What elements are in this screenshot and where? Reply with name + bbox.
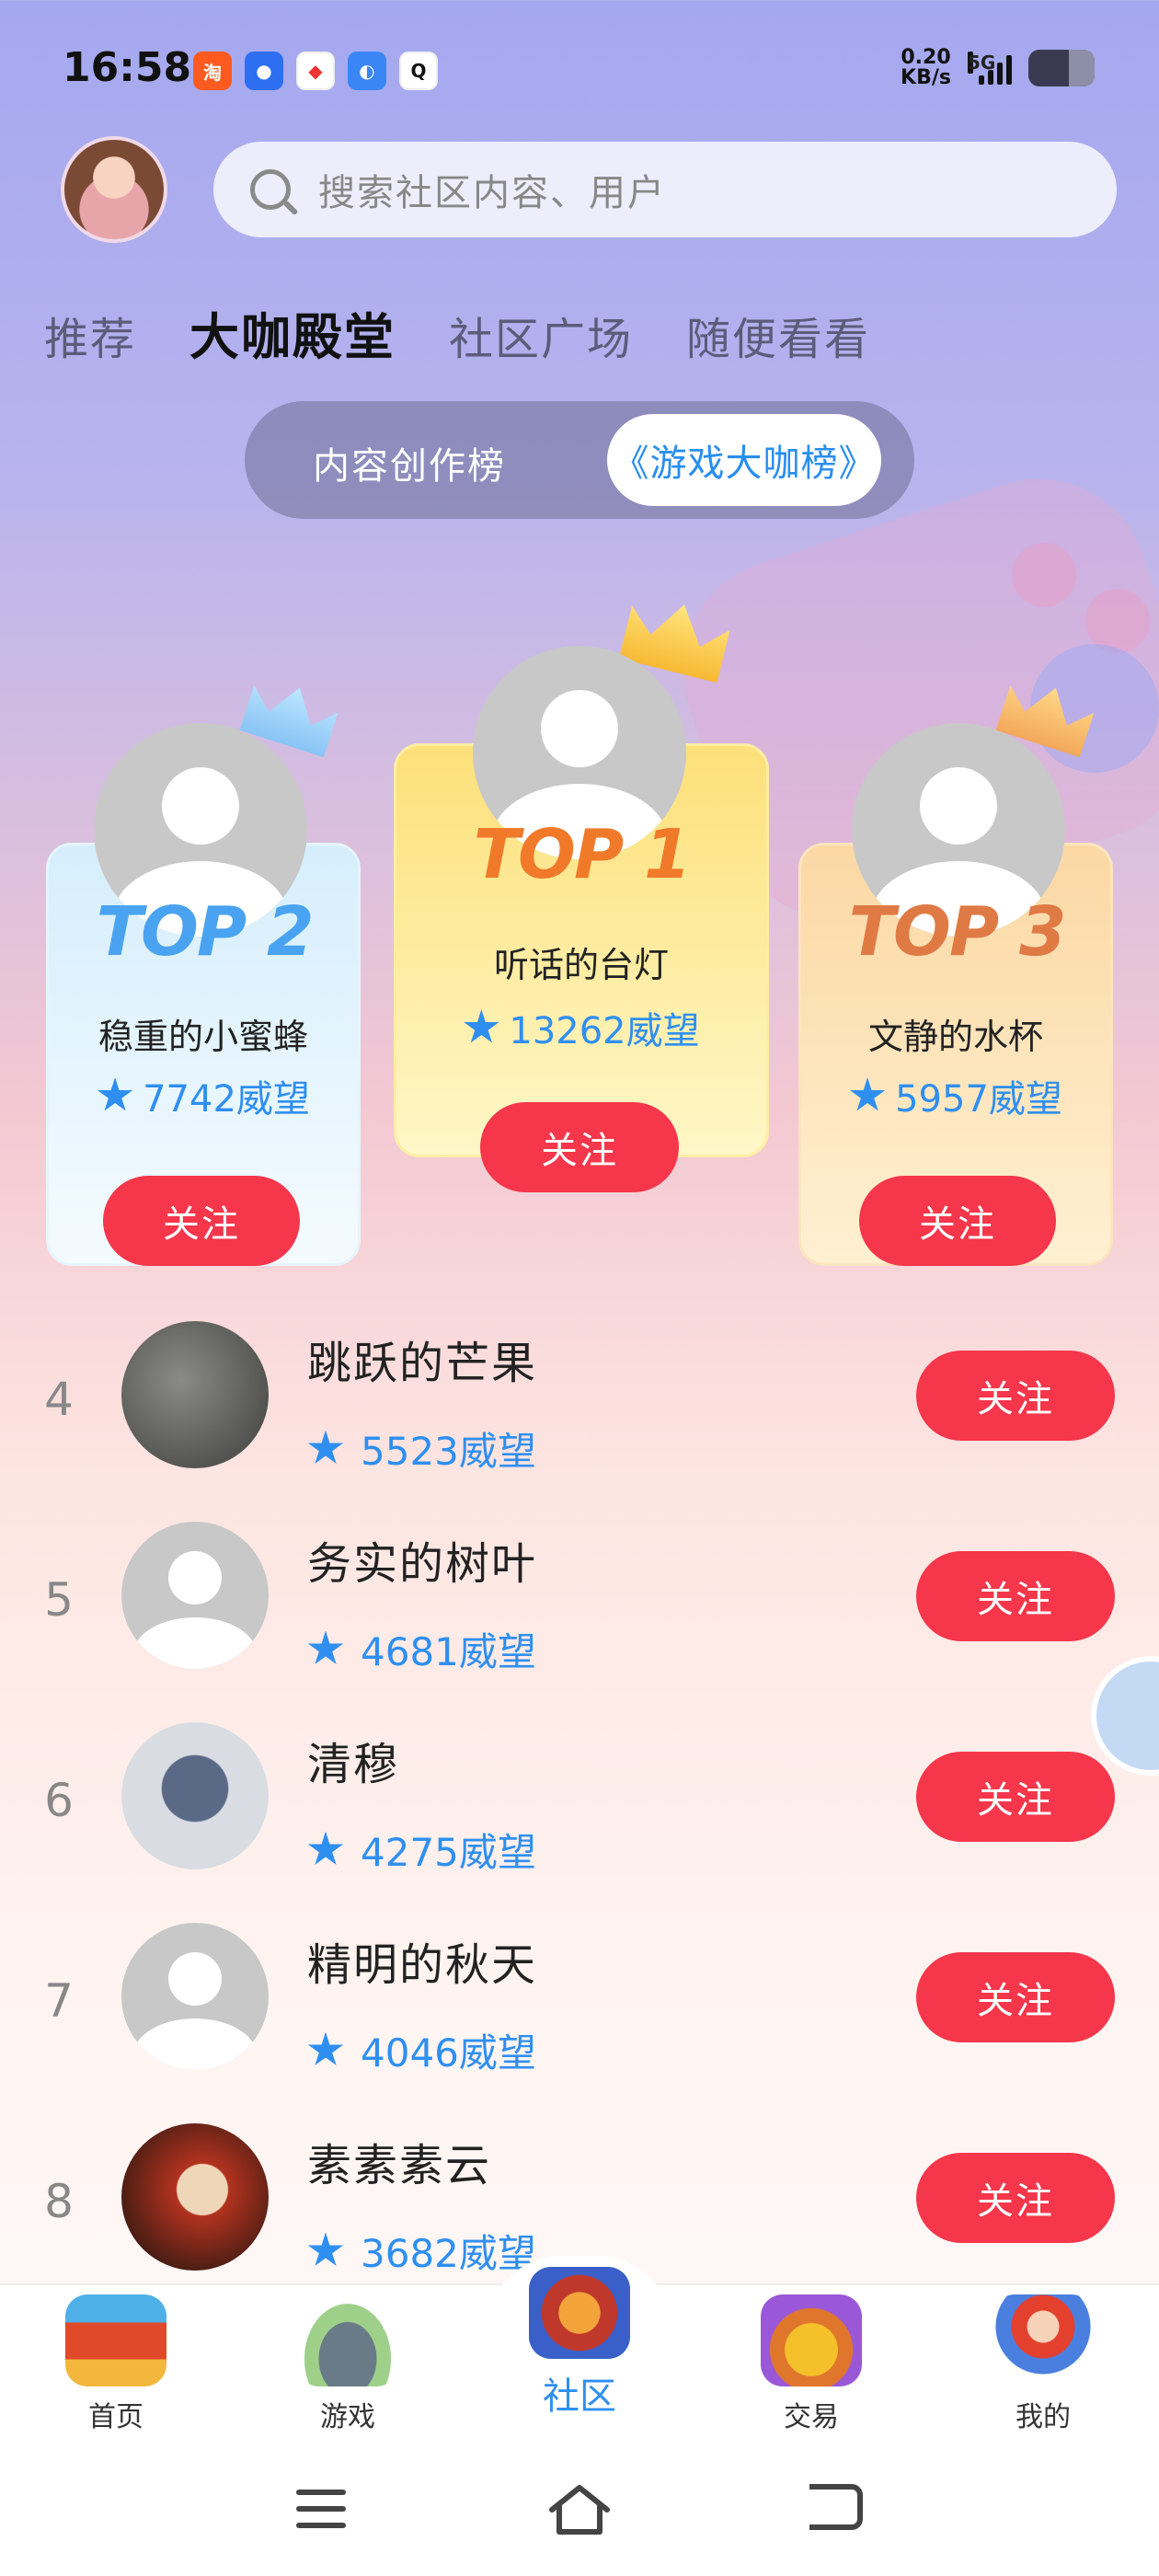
search-bar[interactable]: 搜索社区内容、用户 xyxy=(213,142,1117,237)
taobao-icon: 淘 xyxy=(193,52,232,90)
avatar[interactable] xyxy=(121,2123,269,2271)
follow-button[interactable]: 关注 xyxy=(916,1952,1115,2042)
signal-icon: 5G xyxy=(968,52,1012,85)
net-speed: 0.20 KB/s xyxy=(901,46,951,89)
follow-button[interactable]: 关注 xyxy=(916,1752,1115,1842)
podium-name: 听话的台灯 xyxy=(493,945,669,985)
controller-button-decoration xyxy=(1012,543,1076,607)
follow-button[interactable]: 关注 xyxy=(916,1551,1115,1641)
podium-score: 7742威望 xyxy=(46,1069,361,1122)
rank-number: 7 xyxy=(44,1974,74,2028)
map-icon: ◆ xyxy=(296,52,335,90)
star-icon xyxy=(307,2232,344,2266)
nav-item-home[interactable]: 首页 xyxy=(33,2294,199,2434)
tab-community-square[interactable]: 社区广场 xyxy=(449,303,633,367)
list-name: 精明的秋天 xyxy=(307,1939,538,1991)
avatar[interactable] xyxy=(121,1722,269,1869)
podium-score: 13262威望 xyxy=(394,1001,769,1054)
star-icon xyxy=(464,1009,499,1043)
list-name: 跳跃的芒果 xyxy=(307,1338,538,1389)
nav-item-community[interactable]: 社区 xyxy=(497,2267,662,2420)
status-indicators: 0.20 KB/s 5G xyxy=(901,48,1095,88)
podium-name: 文静的水杯 xyxy=(867,1017,1043,1057)
battery-icon xyxy=(1028,50,1095,86)
search-placeholder: 搜索社区内容、用户 xyxy=(318,172,666,214)
back-icon[interactable] xyxy=(809,2484,863,2530)
rank-number: 8 xyxy=(44,2175,74,2228)
floating-island-icon xyxy=(297,2294,398,2386)
list-score: 4046威望 xyxy=(307,2022,536,2078)
community-chest-icon xyxy=(529,2267,630,2359)
follow-button[interactable]: 关注 xyxy=(103,1176,300,1266)
list-name: 务实的树叶 xyxy=(307,1538,538,1590)
search-icon xyxy=(250,169,291,210)
star-icon xyxy=(307,1831,344,1865)
list-name: 素素素云 xyxy=(307,2140,492,2191)
menu-icon[interactable] xyxy=(296,2490,346,2539)
star-icon xyxy=(307,1430,344,1464)
segment-game-master[interactable]: 《游戏大咖榜》 xyxy=(607,414,881,506)
user-avatar[interactable] xyxy=(61,136,167,243)
baidu-icon: ● xyxy=(245,52,283,90)
tab-recommend[interactable]: 推荐 xyxy=(44,303,136,367)
follow-button[interactable]: 关注 xyxy=(859,1176,1056,1266)
home-gate-icon xyxy=(65,2294,166,2386)
list-score: 4275威望 xyxy=(307,1822,536,1878)
rank-label: TOP 1 xyxy=(473,815,692,894)
podium-name: 稳重的小蜜蜂 xyxy=(98,1017,308,1057)
podium-score: 5957威望 xyxy=(798,1069,1113,1122)
rank-label: TOP 2 xyxy=(96,892,315,972)
nav-item-mine[interactable]: 我的 xyxy=(960,2294,1126,2434)
list-score: 5523威望 xyxy=(307,1420,536,1477)
star-icon xyxy=(307,1630,344,1664)
avatar[interactable] xyxy=(121,1321,269,1468)
nav-item-trade[interactable]: 交易 xyxy=(729,2294,894,2434)
avatar[interactable] xyxy=(121,1923,269,2070)
list-score: 4681威望 xyxy=(307,1621,536,1677)
star-icon xyxy=(97,1077,133,1111)
follow-button[interactable]: 关注 xyxy=(916,1351,1115,1441)
follow-button[interactable]: 关注 xyxy=(916,2153,1115,2243)
home-icon[interactable] xyxy=(548,2482,611,2536)
treasure-bag-icon xyxy=(761,2294,862,2386)
tab-browse[interactable]: 随便看看 xyxy=(686,303,870,367)
star-icon xyxy=(307,2031,344,2065)
rank-number: 6 xyxy=(44,1774,74,1827)
customer-service-icon[interactable] xyxy=(1091,1656,1159,1776)
status-app-icons: 淘 ● ◆ ◐ Q xyxy=(193,52,438,90)
follow-button[interactable]: 关注 xyxy=(480,1102,679,1192)
tab-hall-of-fame[interactable]: 大咖殿堂 xyxy=(189,296,396,369)
character-icon xyxy=(993,2294,1094,2386)
qq-icon: Q xyxy=(399,52,438,90)
browser-icon: ◐ xyxy=(348,52,386,90)
star-icon xyxy=(849,1077,886,1111)
status-time: 16:58 xyxy=(63,44,192,91)
rank-number: 4 xyxy=(44,1373,74,1426)
rank-label: TOP 3 xyxy=(848,892,1067,972)
rank-number: 5 xyxy=(44,1573,74,1627)
avatar[interactable] xyxy=(121,1522,269,1669)
nav-item-games[interactable]: 游戏 xyxy=(265,2294,430,2434)
top-tabs: 推荐 大咖殿堂 社区广场 随便看看 xyxy=(44,296,870,369)
list-name: 清穆 xyxy=(307,1739,400,1790)
segment-content-creator[interactable]: 内容创作榜 xyxy=(313,436,506,489)
